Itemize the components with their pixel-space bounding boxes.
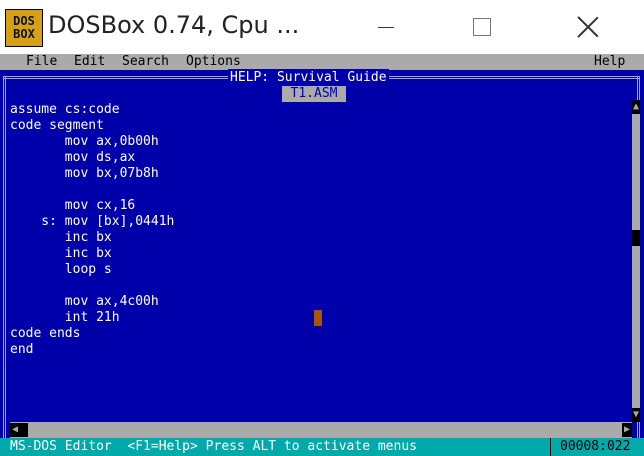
status-divider [550,438,551,456]
close-icon [577,16,599,38]
code-line[interactable] [10,182,174,198]
code-line[interactable]: inc bx [10,230,174,246]
menu-edit[interactable]: Edit [74,54,105,70]
code-line[interactable]: mov ax,0b00h [10,134,174,150]
menu-search[interactable]: Search [122,54,169,70]
horizontal-scrollbar[interactable]: ◀ ▶ [10,422,632,438]
window-title: DOSBox 0.74, Cpu ... [48,11,300,39]
code-line[interactable]: loop s [10,262,174,278]
code-line[interactable]: inc bx [10,246,174,262]
text-cursor [314,310,322,326]
code-line[interactable]: s: mov [bx],0441h [10,214,174,230]
cursor-position: 00008:022 [560,439,631,454]
status-bar: MS-DOS Editor <F1=Help> Press ALT to act… [0,438,644,456]
maximize-button[interactable] [459,0,505,54]
close-button[interactable] [565,0,611,54]
vertical-scrollbar[interactable]: ▲ ▼ [632,100,640,422]
help-window-title: HELP: Survival Guide [228,69,389,86]
menu-options[interactable]: Options [186,54,241,70]
menu-file[interactable]: File [26,54,57,70]
status-message: MS-DOS Editor <F1=Help> Press ALT to act… [10,439,417,454]
code-line[interactable]: code segment [10,118,174,134]
maximize-icon [473,18,491,36]
scroll-right-arrow-icon[interactable]: ▶ [622,423,632,437]
code-line[interactable]: end [10,342,174,358]
code-line[interactable]: int 21h [10,310,174,326]
file-name-tab[interactable]: T1.ASM [282,86,346,102]
code-line[interactable]: mov ds,ax [10,150,174,166]
app-icon-line-2: BOX [13,27,35,41]
scroll-left-arrow-icon[interactable]: ◀ [10,423,20,437]
horizontal-scroll-thumb[interactable] [20,423,28,437]
code-line[interactable]: mov cx,16 [10,198,174,214]
scroll-up-arrow-icon[interactable]: ▲ [632,100,640,114]
window-titlebar[interactable]: DOS BOX DOSBox 0.74, Cpu ... [0,0,644,54]
vertical-scroll-thumb[interactable] [632,230,640,246]
code-line[interactable]: assume cs:code [10,102,174,118]
minimize-button[interactable] [363,0,409,54]
scroll-down-arrow-icon[interactable]: ▼ [632,408,640,422]
code-line[interactable]: mov bx,07b8h [10,166,174,182]
code-line[interactable]: code ends [10,326,174,342]
code-editor-text[interactable]: assume cs:code code segment mov ax,0b00h … [10,102,174,358]
menu-help[interactable]: Help [594,54,625,70]
code-line[interactable]: mov ax,4c00h [10,294,174,310]
minimize-icon [378,26,394,28]
window-frame-left [3,76,6,444]
code-line[interactable] [10,278,174,294]
editor-menubar: File Edit Search Options Help [0,54,644,70]
dosbox-app-icon[interactable]: DOS BOX [5,9,43,47]
dos-editor-screen[interactable]: File Edit Search Options Help HELP: Surv… [0,54,644,456]
